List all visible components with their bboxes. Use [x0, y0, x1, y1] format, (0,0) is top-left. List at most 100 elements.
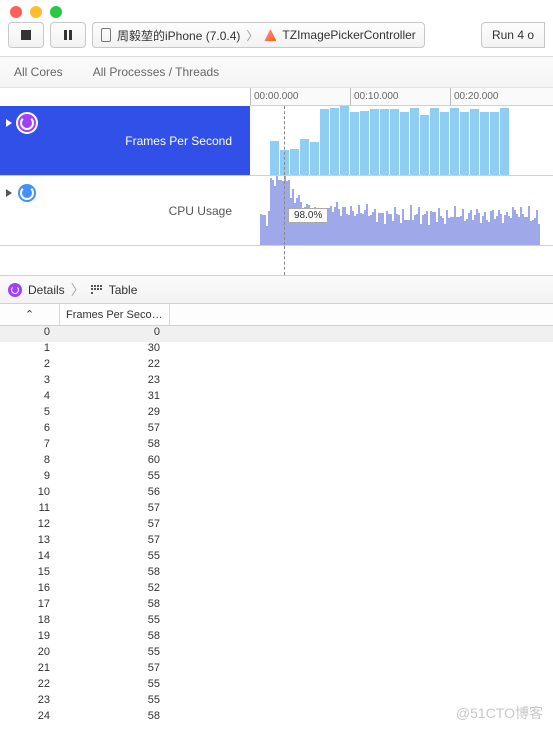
toolbar: 周毅堃的iPhone (7.0.4) 〉 TZImagePickerContro… [0, 22, 553, 57]
table-row[interactable]: 1758 [0, 598, 553, 614]
core-animation-icon [16, 112, 38, 134]
table-row[interactable]: 1257 [0, 518, 553, 534]
run-label: Run 4 o [492, 28, 534, 42]
device-icon [101, 28, 111, 42]
track-disclosure[interactable] [6, 112, 38, 134]
fps-bar [430, 108, 439, 175]
table-row[interactable]: 529 [0, 406, 553, 422]
fps-bar [370, 109, 379, 175]
traffic-lights [0, 0, 553, 22]
fps-bar [290, 149, 299, 175]
zoom-window-button[interactable] [50, 6, 62, 18]
fps-cell: 55 [60, 614, 170, 630]
table-row[interactable]: 00 [0, 326, 553, 342]
fps-bar [460, 112, 469, 175]
table-row[interactable]: 1157 [0, 502, 553, 518]
table-row[interactable]: 222 [0, 358, 553, 374]
index-cell: 17 [0, 598, 60, 614]
table-row[interactable]: 1357 [0, 534, 553, 550]
fps-bar [350, 112, 359, 175]
fps-bar [360, 111, 369, 175]
index-column-header[interactable]: ⌃ [0, 304, 60, 325]
fps-track[interactable]: Frames Per Second [0, 106, 553, 176]
table-row[interactable]: 955 [0, 470, 553, 486]
fps-bar [380, 109, 389, 175]
device-name: 周毅堃的iPhone (7.0.4) [117, 27, 240, 44]
index-cell: 11 [0, 502, 60, 518]
fps-bar [480, 112, 489, 175]
minimize-window-button[interactable] [30, 6, 42, 18]
index-cell: 3 [0, 374, 60, 390]
fps-bars [250, 106, 553, 175]
sort-ascending-icon: ⌃ [25, 308, 34, 321]
detail-path-bar: Details 〉 Table [0, 276, 553, 304]
playhead[interactable] [284, 176, 285, 245]
table-row[interactable]: 1056 [0, 486, 553, 502]
target-breadcrumb[interactable]: 周毅堃的iPhone (7.0.4) 〉 TZImagePickerContro… [92, 22, 425, 48]
fps-cell: 55 [60, 694, 170, 710]
table-crumb[interactable]: Table [109, 283, 138, 297]
table-row[interactable]: 2055 [0, 646, 553, 662]
processes-filter[interactable]: All Processes / Threads [93, 65, 220, 79]
fps-cell: 57 [60, 534, 170, 550]
run-selector-button[interactable]: Run 4 o [481, 22, 545, 48]
pause-button[interactable] [50, 22, 86, 48]
track-disclosure[interactable] [6, 182, 38, 204]
table-row[interactable]: 130 [0, 342, 553, 358]
table-row[interactable]: 860 [0, 454, 553, 470]
table-row[interactable]: 758 [0, 438, 553, 454]
table-row[interactable]: 1958 [0, 630, 553, 646]
table-row[interactable]: 2255 [0, 678, 553, 694]
close-window-button[interactable] [10, 6, 22, 18]
table-row[interactable]: 2157 [0, 662, 553, 678]
filter-bar: All Cores All Processes / Threads [0, 57, 553, 88]
fps-cell: 30 [60, 342, 170, 358]
table-row[interactable]: 1855 [0, 614, 553, 630]
table-row[interactable]: 1652 [0, 582, 553, 598]
fps-cell: 55 [60, 678, 170, 694]
index-cell: 23 [0, 694, 60, 710]
fps-bar [490, 112, 499, 175]
cpu-bar [538, 224, 540, 245]
cpu-track[interactable]: CPU Usage 98.0% [0, 176, 553, 246]
cpu-track-label: CPU Usage [0, 176, 250, 245]
playhead[interactable] [284, 106, 285, 175]
fps-column-header[interactable]: Frames Per Seco… [60, 304, 170, 325]
index-cell: 7 [0, 438, 60, 454]
time-ruler[interactable]: 00:00.000 00:10.000 00:20.000 [250, 88, 553, 106]
index-cell: 15 [0, 566, 60, 582]
index-cell: 14 [0, 550, 60, 566]
fps-label-text: Frames Per Second [125, 134, 232, 148]
details-crumb[interactable]: Details [28, 283, 65, 297]
index-cell: 20 [0, 646, 60, 662]
table-row[interactable]: 431 [0, 390, 553, 406]
index-cell: 8 [0, 454, 60, 470]
fps-cell: 56 [60, 486, 170, 502]
table-body: 0013022232343152965775886095510561157125… [0, 326, 553, 726]
fps-bar [390, 109, 399, 175]
cpu-graph[interactable]: 98.0% [250, 176, 553, 245]
table-row[interactable]: 1558 [0, 566, 553, 582]
index-cell: 5 [0, 406, 60, 422]
fps-cell: 58 [60, 438, 170, 454]
index-cell: 19 [0, 630, 60, 646]
fps-graph[interactable] [250, 106, 553, 175]
disclosure-triangle-icon [6, 189, 12, 197]
table-row[interactable]: 657 [0, 422, 553, 438]
ruler-tick: 00:10.000 [350, 88, 399, 105]
fps-cell: 57 [60, 422, 170, 438]
fps-cell: 0 [60, 326, 170, 342]
activity-monitor-icon [16, 182, 38, 204]
chevron-right-icon: 〉 [71, 280, 85, 300]
fps-cell: 31 [60, 390, 170, 406]
table-row[interactable]: 1455 [0, 550, 553, 566]
record-stop-button[interactable] [8, 22, 44, 48]
table-header: ⌃ Frames Per Seco… [0, 304, 553, 326]
fps-cell: 55 [60, 550, 170, 566]
index-cell: 12 [0, 518, 60, 534]
fps-cell: 57 [60, 662, 170, 678]
cores-filter[interactable]: All Cores [14, 65, 63, 79]
index-cell: 0 [0, 326, 60, 342]
table-row[interactable]: 323 [0, 374, 553, 390]
fps-bar [310, 142, 319, 175]
